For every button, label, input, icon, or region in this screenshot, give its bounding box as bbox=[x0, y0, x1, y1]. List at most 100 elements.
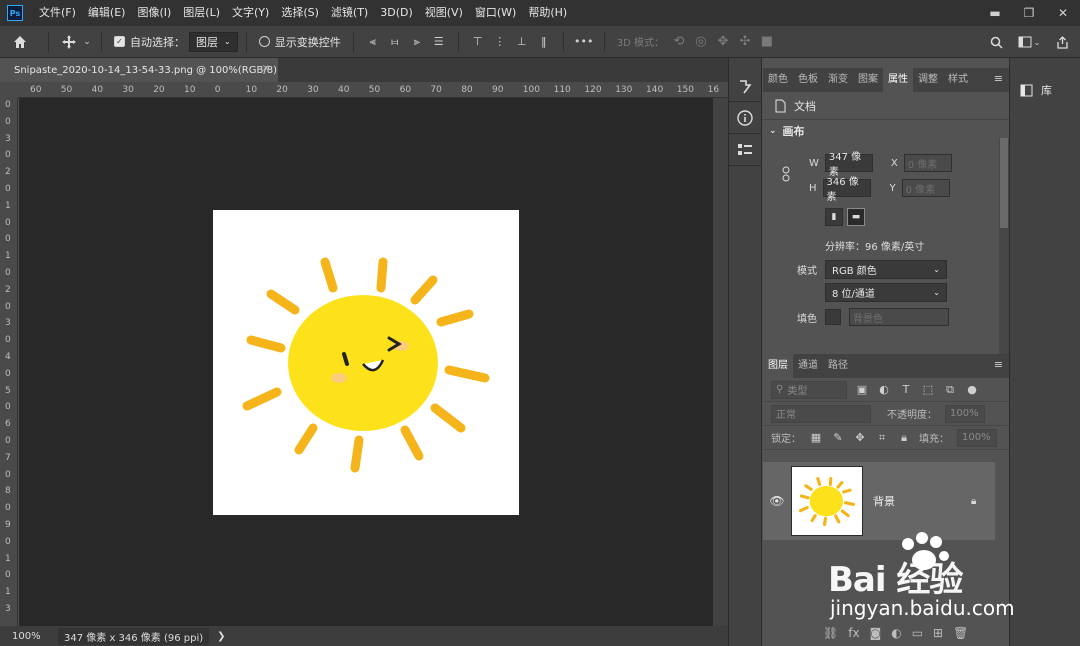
new-adjustment-icon[interactable]: ◐ bbox=[891, 626, 901, 640]
properties-scrollbar[interactable] bbox=[999, 138, 1009, 354]
camera-3d-icon[interactable]: ■ bbox=[756, 31, 778, 53]
delete-layer-icon[interactable]: 🗑︎ bbox=[953, 626, 968, 640]
properties-icon[interactable] bbox=[729, 134, 761, 166]
status-menu-icon[interactable]: ❯ bbox=[217, 631, 225, 642]
width-field[interactable]: 347 像素 bbox=[824, 152, 873, 178]
color-mode-select[interactable]: RGB 颜色 ⌄ bbox=[825, 260, 947, 279]
zoom-level[interactable]: 100% bbox=[0, 631, 50, 642]
add-mask-icon[interactable]: ◙ bbox=[870, 626, 882, 640]
menu-item[interactable]: 选择(S) bbox=[275, 0, 325, 26]
fill-opacity-field[interactable]: 100% bbox=[957, 428, 997, 447]
align-left-icon[interactable]: ⫷ bbox=[362, 31, 384, 53]
adjustment-filter-icon[interactable]: ◐ bbox=[877, 383, 891, 396]
lock-artboard-icon[interactable]: ⌗ bbox=[875, 431, 889, 445]
distribute-vertical-icon[interactable]: ‖ bbox=[533, 31, 555, 53]
eye-icon[interactable]: 👁︎ bbox=[763, 494, 791, 508]
properties-tab[interactable]: 样式 bbox=[943, 68, 973, 92]
menu-item[interactable]: 视图(V) bbox=[419, 0, 469, 26]
opacity-field[interactable]: 100% bbox=[945, 404, 985, 423]
properties-tab[interactable]: 渐变 bbox=[823, 68, 853, 92]
show-transform-checkbox[interactable]: 显示变换控件 bbox=[255, 31, 345, 53]
portrait-icon[interactable]: ▮ bbox=[825, 208, 843, 226]
smart-object-filter-icon[interactable]: ⧉ bbox=[943, 383, 957, 397]
horizontal-ruler[interactable]: 60 50 40 30 20 10 0 10 20 30 40 50 60 70 80 90 100 110 120… bbox=[18, 82, 728, 98]
canvas-scrollbar[interactable] bbox=[713, 98, 728, 626]
menu-item[interactable]: 滤镜(T) bbox=[325, 0, 374, 26]
properties-tab[interactable]: 图案 bbox=[853, 68, 883, 92]
layers-tab[interactable]: 图层 bbox=[763, 354, 793, 378]
new-layer-icon[interactable]: ⊞ bbox=[933, 626, 943, 640]
align-bottom-icon[interactable]: ⊥ bbox=[511, 31, 533, 53]
menu-item[interactable]: 编辑(E) bbox=[82, 0, 132, 26]
x-field[interactable]: 0 像素 bbox=[903, 154, 952, 172]
align-middle-icon[interactable]: ⋮ bbox=[489, 31, 511, 53]
canvas-section-header[interactable]: ⌄ 画布 bbox=[763, 120, 1009, 142]
share-icon[interactable] bbox=[1052, 31, 1072, 53]
align-right-icon[interactable]: ⫸ bbox=[406, 31, 428, 53]
vertical-ruler[interactable]: 0 0 3 0 2 0 1 0 0 1 0 2 0 3 0 4 0 5 0 6 0 7 0 8 0 9 0 1 0 1 3 bbox=[0, 98, 18, 626]
panel-menu-icon[interactable]: ≡ bbox=[994, 72, 1003, 85]
close-tab-icon[interactable]: × bbox=[262, 63, 270, 74]
slide-3d-icon[interactable]: ✣ bbox=[734, 31, 756, 53]
layer-search-input[interactable]: ⚲ 类型 bbox=[771, 380, 847, 399]
layer-lock-icon[interactable]: 🔒︎ bbox=[971, 496, 995, 507]
library-button[interactable]: 库 bbox=[1020, 82, 1052, 98]
filter-toggle-icon[interactable]: ● bbox=[965, 383, 979, 396]
menu-item[interactable]: 帮助(H) bbox=[522, 0, 573, 26]
document-tab[interactable]: Snipaste_2020-10-14_13-54-33.png @ 100%(… bbox=[0, 58, 278, 82]
chevron-down-icon[interactable]: ⌄ bbox=[81, 31, 93, 53]
history-icon[interactable] bbox=[729, 72, 761, 102]
menu-item[interactable]: 图像(I) bbox=[131, 0, 177, 26]
bit-depth-select[interactable]: 8 位/通道 ⌄ bbox=[825, 283, 947, 302]
lock-all-icon[interactable]: 🔒︎ bbox=[897, 431, 911, 445]
shape-filter-icon[interactable]: ⬚ bbox=[921, 383, 935, 396]
menu-item[interactable]: 图层(L) bbox=[177, 0, 226, 26]
panel-menu-icon[interactable]: ≡ bbox=[994, 358, 1003, 371]
new-group-icon[interactable]: ▭ bbox=[912, 626, 923, 640]
home-icon[interactable] bbox=[0, 31, 40, 53]
menu-item[interactable]: 文件(F) bbox=[33, 0, 82, 26]
layers-tab[interactable]: 通道 bbox=[793, 354, 823, 378]
lock-pixels-icon[interactable]: ✎ bbox=[831, 431, 845, 444]
y-field[interactable]: 0 像素 bbox=[901, 179, 950, 197]
move-tool-icon[interactable] bbox=[57, 31, 81, 53]
lock-transparency-icon[interactable]: ▦ bbox=[809, 431, 823, 444]
text-filter-icon[interactable]: T bbox=[899, 383, 913, 396]
layer-dropdown[interactable]: 图层 ⌄ bbox=[189, 31, 238, 52]
workspace-icon[interactable]: ⌄ bbox=[1016, 31, 1042, 53]
roll-3d-icon[interactable]: ◎ bbox=[690, 31, 712, 53]
distribute-icon[interactable]: ☰ bbox=[428, 31, 450, 53]
close-window-button[interactable]: ✕ bbox=[1046, 0, 1080, 26]
properties-tab[interactable]: 调整 bbox=[913, 68, 943, 92]
properties-tab[interactable]: 属性 bbox=[883, 68, 913, 92]
more-options-button[interactable]: ••• bbox=[572, 31, 596, 53]
layer-row[interactable]: 👁︎ 背景 🔒︎ bbox=[763, 462, 995, 540]
orbit-3d-icon[interactable]: ⟲ bbox=[668, 31, 690, 53]
menu-item[interactable]: 3D(D) bbox=[374, 0, 419, 26]
properties-tab[interactable]: 颜色 bbox=[763, 68, 793, 92]
photoshop-logo-icon[interactable]: Ps bbox=[7, 5, 23, 21]
properties-tab[interactable]: 色板 bbox=[793, 68, 823, 92]
fill-select[interactable]: 背景色 bbox=[849, 308, 949, 326]
search-icon[interactable] bbox=[986, 31, 1006, 53]
link-dimensions-icon[interactable] bbox=[781, 166, 791, 182]
menu-item[interactable]: 窗口(W) bbox=[469, 0, 522, 26]
lock-position-icon[interactable]: ✥ bbox=[853, 431, 867, 444]
scrollbar-thumb[interactable] bbox=[1000, 138, 1008, 228]
height-field[interactable]: 346 像素 bbox=[822, 177, 871, 203]
link-layers-icon[interactable]: ⛓︎ bbox=[823, 626, 838, 640]
auto-select-checkbox[interactable]: ✓ 自动选择： bbox=[110, 31, 189, 53]
layer-style-icon[interactable]: fx bbox=[848, 626, 859, 640]
minimize-button[interactable]: ▬ bbox=[978, 0, 1012, 26]
fill-swatch[interactable] bbox=[825, 309, 841, 325]
landscape-icon[interactable]: ▬ bbox=[847, 208, 865, 226]
menu-item[interactable]: 文字(Y) bbox=[226, 0, 275, 26]
ruler-corner[interactable] bbox=[0, 82, 18, 98]
image-filter-icon[interactable]: ▣ bbox=[855, 383, 869, 396]
blend-mode-select[interactable]: 正常 bbox=[771, 404, 871, 423]
restore-button[interactable]: ❐ bbox=[1012, 0, 1046, 26]
document-canvas[interactable] bbox=[213, 210, 519, 515]
layer-name[interactable]: 背景 bbox=[873, 493, 971, 509]
align-center-icon[interactable]: ⧦ bbox=[384, 31, 406, 53]
info-icon[interactable] bbox=[729, 102, 761, 134]
